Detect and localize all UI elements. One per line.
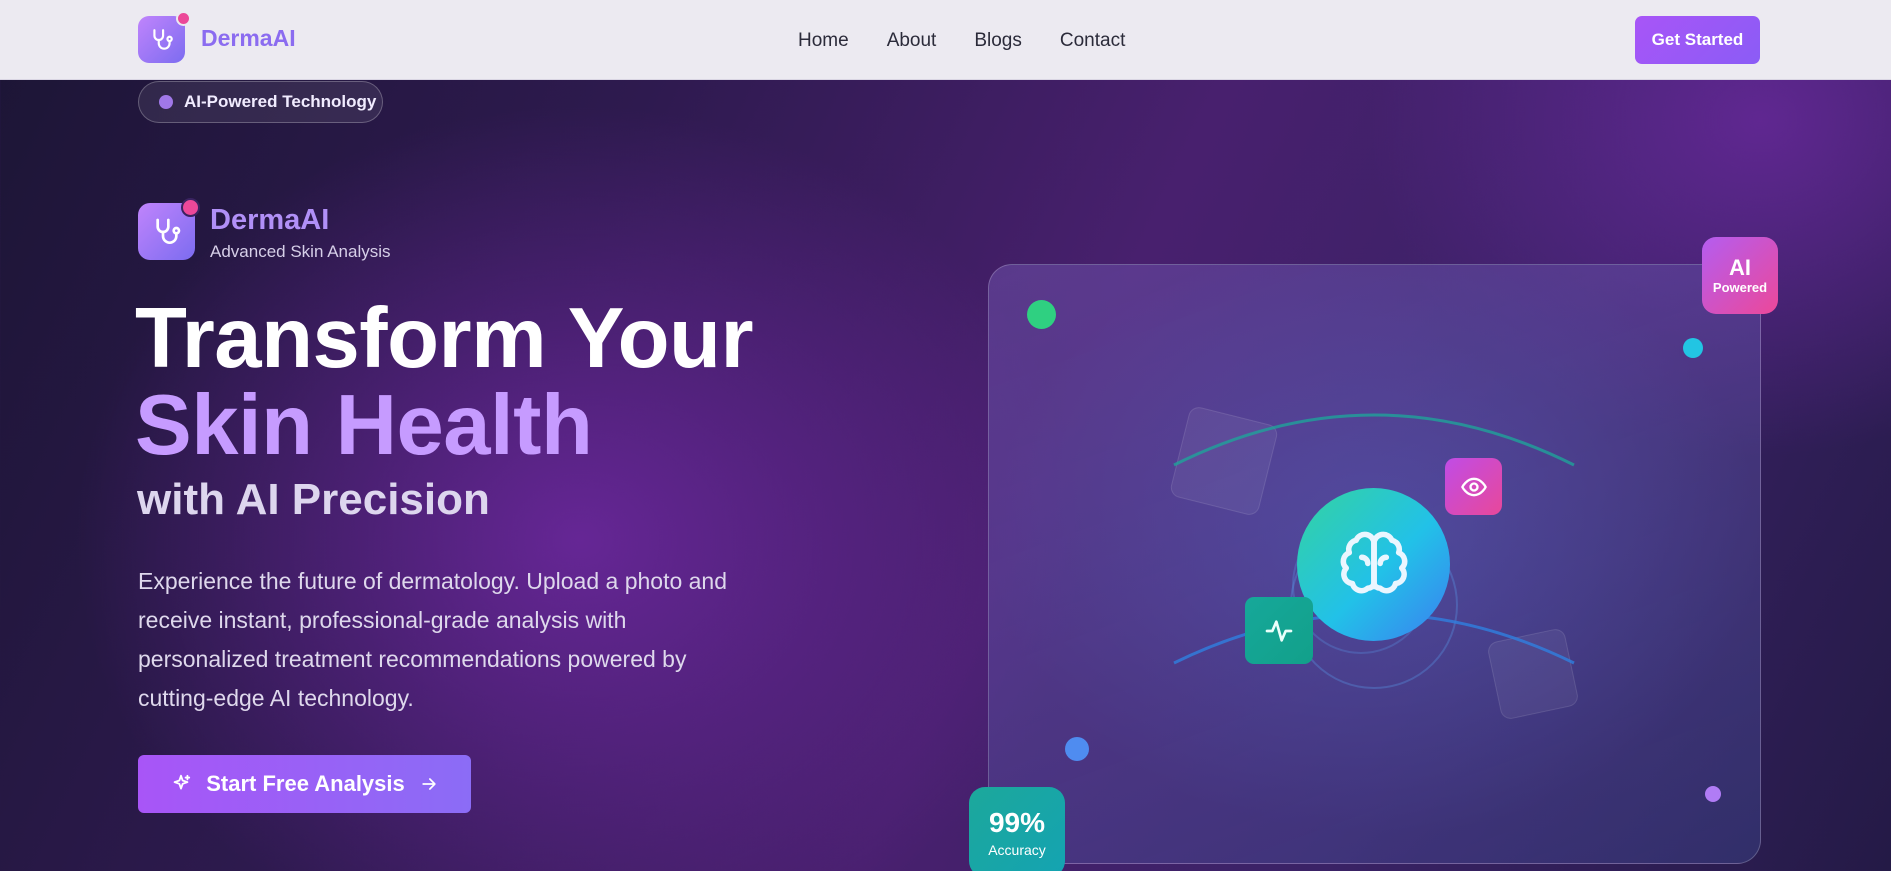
ai-badge-title: AI bbox=[1729, 254, 1751, 280]
navbar: DermaAI Home About Blogs Contact Get Sta… bbox=[0, 0, 1891, 80]
stethoscope-icon bbox=[155, 218, 180, 244]
decor-dot-blue bbox=[1065, 737, 1089, 761]
hero-brand-name: DermaAI bbox=[210, 204, 330, 236]
hero-description: Experience the future of dermatology. Up… bbox=[138, 568, 728, 711]
sparkles-icon bbox=[173, 774, 191, 790]
logo-sparkle-badge bbox=[176, 11, 191, 26]
nav-links: Home About Blogs Contact bbox=[798, 31, 1125, 50]
stethoscope-icon bbox=[152, 28, 173, 50]
headline-line-3: with AI Precision bbox=[137, 475, 490, 524]
eye-icon bbox=[1460, 477, 1487, 496]
activity-icon bbox=[1265, 619, 1293, 642]
nav-link-about[interactable]: About bbox=[887, 31, 937, 50]
arrow-right-icon bbox=[422, 778, 436, 790]
cta-label: Start Free Analysis bbox=[206, 771, 405, 796]
headline-line-1: Transform Your bbox=[135, 291, 754, 386]
brain-icon bbox=[1340, 531, 1407, 593]
nav-link-home[interactable]: Home bbox=[798, 31, 849, 50]
ai-badge-subtitle: Powered bbox=[1712, 280, 1768, 296]
hero-brand-subtitle: Advanced Skin Analysis bbox=[210, 242, 391, 261]
nav-link-contact[interactable]: Contact bbox=[1060, 31, 1125, 50]
get-started-button[interactable]: Get Started bbox=[1635, 16, 1760, 64]
badge-dot bbox=[159, 95, 173, 109]
hero-sparkle-badge bbox=[181, 198, 200, 217]
accuracy-label: Accuracy bbox=[988, 842, 1046, 858]
headline-line-2: Skin Health bbox=[135, 378, 593, 473]
activity-tile bbox=[1245, 597, 1313, 664]
start-free-analysis-button[interactable]: Start Free Analysis bbox=[138, 755, 471, 813]
eye-tile bbox=[1445, 458, 1502, 515]
nav-brand-name[interactable]: DermaAI bbox=[201, 27, 296, 50]
decor-dot-violet bbox=[1705, 786, 1721, 802]
badge-label: AI-Powered Technology bbox=[184, 92, 377, 111]
accuracy-badge: 99% Accuracy bbox=[969, 787, 1065, 871]
nav-link-blogs[interactable]: Blogs bbox=[974, 31, 1022, 50]
accuracy-value: 99% bbox=[988, 807, 1046, 838]
brain-circle bbox=[1297, 488, 1450, 641]
ai-powered-badge: AI Powered bbox=[1702, 237, 1778, 314]
ai-technology-badge: AI-Powered Technology bbox=[138, 81, 383, 123]
decor-dot-cyan bbox=[1683, 338, 1703, 358]
decor-dot-green bbox=[1027, 300, 1056, 329]
